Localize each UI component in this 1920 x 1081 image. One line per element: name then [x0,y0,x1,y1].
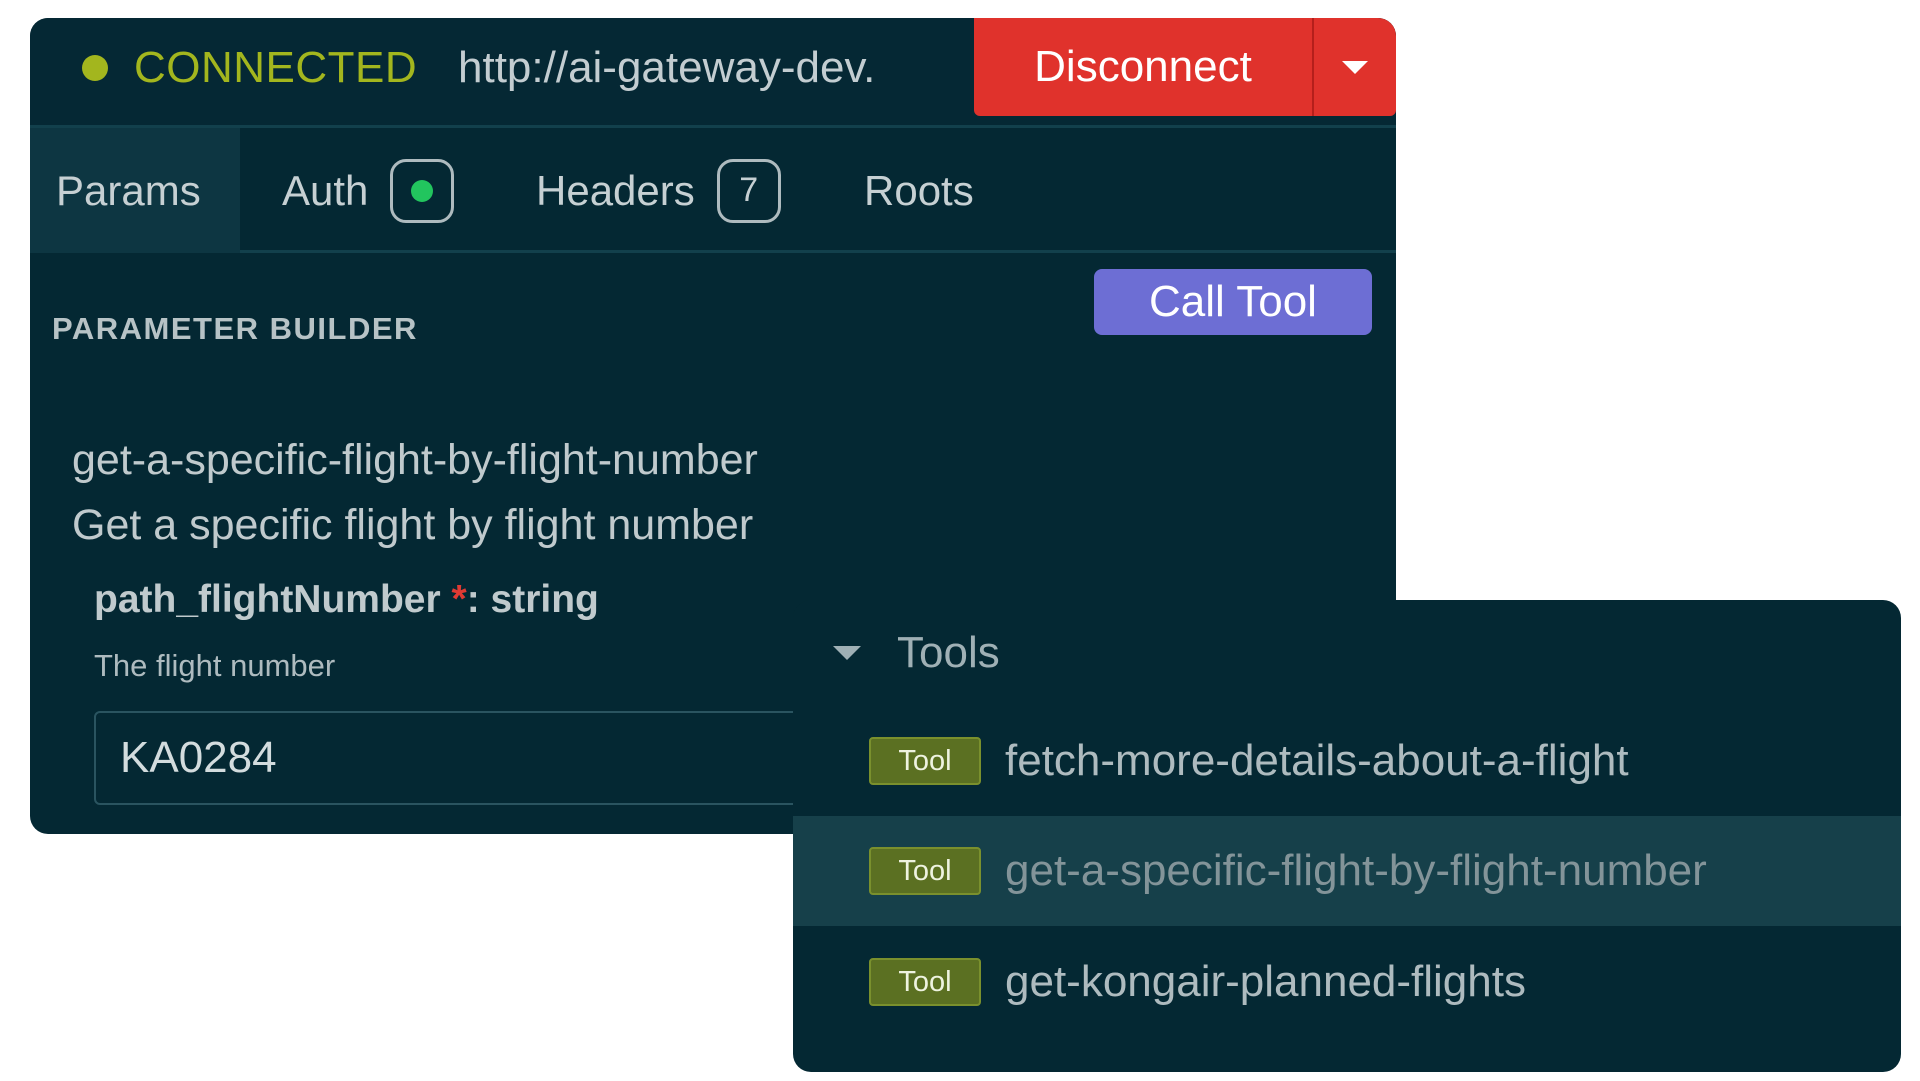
tab-auth-label: Auth [282,166,369,214]
tab-headers-label: Headers [536,166,695,214]
status-dot-icon [82,55,108,81]
tool-item-selected[interactable]: Tool get-a-specific-flight-by-flight-num… [793,816,1901,926]
auth-status-badge [390,158,455,223]
tool-item-label: get-a-specific-flight-by-flight-number [1005,846,1707,895]
selected-tool-name: get-a-specific-flight-by-flight-number [72,436,758,484]
tab-bar: Params Auth Headers 7 Roots [30,128,1396,253]
connection-status: CONNECTED [134,43,418,92]
tools-title: Tools [897,628,1000,677]
tool-item-label: fetch-more-details-about-a-flight [1005,736,1629,785]
required-marker: * [451,578,467,621]
disconnect-dropdown-button[interactable] [1312,18,1396,116]
tab-roots[interactable]: Roots [864,128,974,253]
selected-tool-description: Get a specific flight by flight number [72,501,754,549]
tab-auth[interactable]: Auth [282,128,455,253]
param-hint: The flight number [94,648,336,683]
tool-item-label: get-kongair-planned-flights [1005,957,1526,1006]
tools-group-header[interactable]: Tools [833,628,1000,678]
param-name: path_flightNumber [94,578,441,621]
tab-params[interactable]: Params [30,128,240,253]
caret-down-icon [833,646,861,660]
tab-params-label: Params [56,166,201,214]
disconnect-button-group: Disconnect [974,18,1396,116]
param-type: : string [466,578,599,621]
call-tool-button[interactable]: Call Tool [1094,269,1372,335]
tab-headers[interactable]: Headers 7 [536,128,781,253]
tool-type-badge: Tool [869,958,981,1006]
caret-down-icon [1342,60,1368,74]
status-dot-icon [411,179,434,202]
tool-type-badge: Tool [869,737,981,785]
headers-count-badge: 7 [716,158,781,223]
server-url[interactable]: http://ai-gateway-dev. [458,38,875,98]
param-label: path_flightNumber *: string [94,578,599,622]
tools-dropdown: Tools Tool fetch-more-details-about-a-fl… [793,600,1901,1072]
disconnect-button[interactable]: Disconnect [974,18,1312,116]
connection-bar: CONNECTED http://ai-gateway-dev. Disconn… [30,18,1396,128]
tab-roots-label: Roots [864,166,974,214]
tool-item[interactable]: Tool fetch-more-details-about-a-flight [793,706,1901,816]
tool-type-badge: Tool [869,847,981,895]
section-title: PARAMETER BUILDER [52,311,418,346]
tool-item[interactable]: Tool get-kongair-planned-flights [793,927,1901,1037]
